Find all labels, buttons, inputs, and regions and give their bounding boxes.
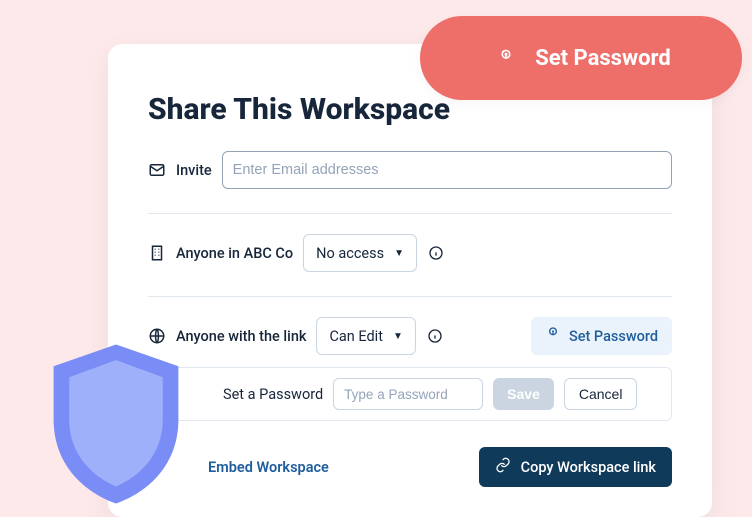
lock-icon: [545, 326, 561, 346]
share-workspace-dialog: Share This Workspace Invite Anyone in AB…: [108, 44, 712, 517]
embed-label: Embed Workspace: [208, 459, 329, 476]
mail-icon: [148, 161, 166, 179]
divider: [148, 296, 672, 297]
embed-workspace-link[interactable]: Embed Workspace: [208, 459, 329, 476]
dialog-footer: Embed Workspace Copy Workspace link: [148, 447, 672, 487]
chevron-down-icon: ▼: [394, 248, 404, 259]
save-button[interactable]: Save: [493, 378, 554, 410]
org-access-row: Anyone in ABC Co No access ▼: [148, 234, 672, 272]
link-access-row: Anyone with the link Can Edit ▼ Set Pass…: [148, 317, 672, 355]
building-icon: [148, 244, 166, 262]
org-access-value: No access: [316, 245, 384, 262]
link-access-label: Anyone with the link: [176, 328, 306, 345]
chevron-down-icon: ▼: [393, 331, 403, 342]
set-password-button[interactable]: Set Password: [531, 317, 672, 355]
lock-icon: [491, 43, 521, 73]
cancel-button[interactable]: Cancel: [564, 378, 638, 410]
password-input[interactable]: [333, 378, 483, 410]
link-icon: [495, 457, 511, 477]
shield-icon: [38, 336, 194, 512]
invite-label: Invite: [176, 162, 212, 179]
invite-row: Invite: [148, 151, 672, 189]
info-icon[interactable]: [426, 327, 444, 345]
invite-email-input[interactable]: [222, 151, 672, 189]
set-password-button-label: Set Password: [569, 328, 658, 345]
link-access-value: Can Edit: [329, 328, 382, 345]
divider: [148, 213, 672, 214]
info-icon[interactable]: [427, 244, 445, 262]
org-access-select[interactable]: No access ▼: [303, 234, 417, 272]
link-access-select[interactable]: Can Edit ▼: [316, 317, 415, 355]
password-label: Set a Password: [223, 386, 323, 403]
set-password-banner[interactable]: Set Password: [420, 16, 742, 100]
copy-link-button[interactable]: Copy Workspace link: [479, 447, 672, 487]
set-password-banner-label: Set Password: [535, 46, 671, 71]
password-panel: Set a Password Save Cancel: [148, 367, 672, 421]
org-access-label: Anyone in ABC Co: [176, 245, 293, 262]
copy-label: Copy Workspace link: [521, 459, 656, 476]
